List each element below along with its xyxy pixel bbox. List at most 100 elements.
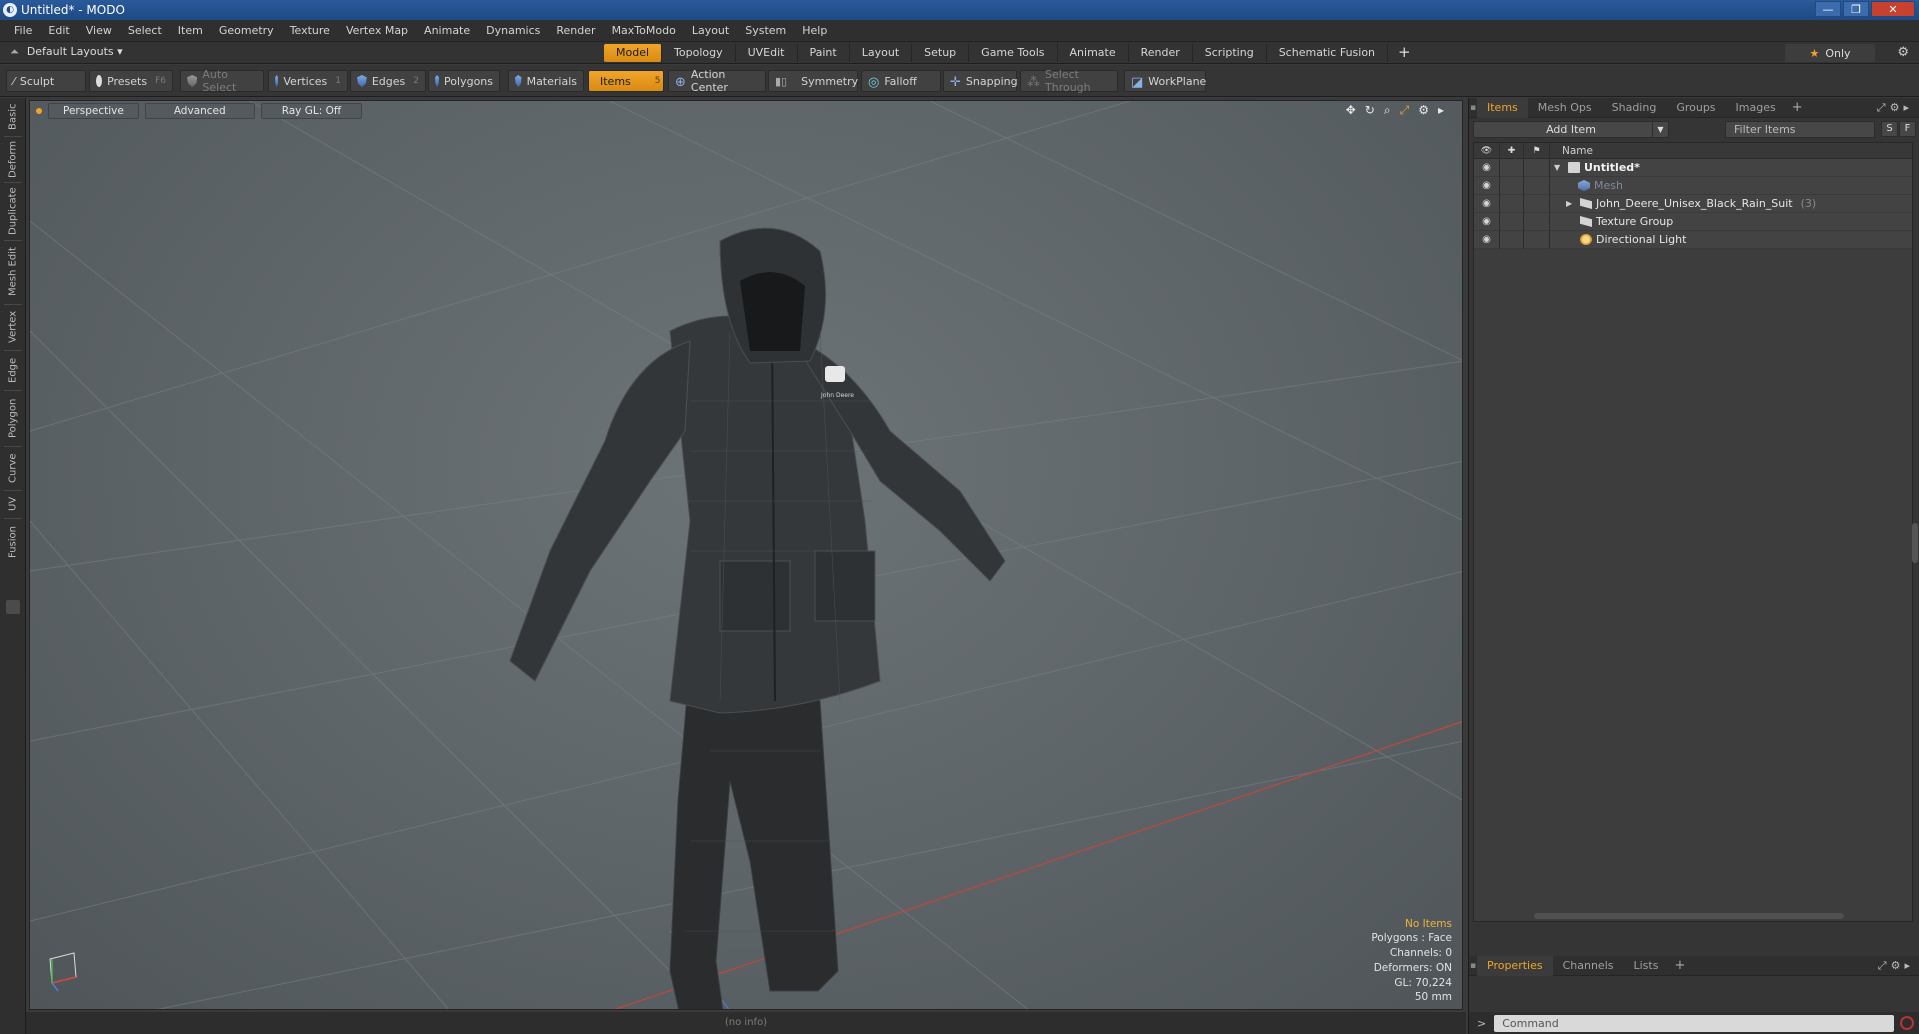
- viewport-settings-icon[interactable]: ⚙: [1418, 103, 1429, 118]
- tree-item-rain-suit[interactable]: ▶ John_Deere_Unisex_Black_Rain_Suit (3): [1566, 197, 1816, 210]
- tab-animate[interactable]: Animate: [1058, 44, 1129, 62]
- chevron-down-icon[interactable]: ▼: [1652, 121, 1668, 137]
- tab-mesh-edit[interactable]: Mesh Edit: [3, 244, 23, 300]
- menu-help[interactable]: Help: [794, 24, 835, 37]
- sculpt-button[interactable]: ⁄ Sculpt: [6, 70, 86, 92]
- menu-select[interactable]: Select: [120, 24, 170, 37]
- tree-item-mesh[interactable]: Mesh: [1578, 179, 1623, 192]
- list-item[interactable]: ◉ ▼ Untitled*: [1474, 158, 1912, 177]
- tab-curve[interactable]: Curve: [3, 450, 23, 486]
- only-button[interactable]: ★ Only: [1785, 44, 1875, 62]
- tab-basic[interactable]: Basic: [3, 102, 23, 132]
- tab-layout[interactable]: Layout: [850, 44, 913, 62]
- falloff-button[interactable]: ◎ Falloff: [861, 70, 941, 92]
- action-center-button[interactable]: ⊕ Action Center: [668, 68, 766, 94]
- gear-icon[interactable]: ⚙: [1897, 45, 1909, 60]
- items-button[interactable]: Items 5: [588, 70, 664, 92]
- menu-view[interactable]: View: [78, 24, 120, 37]
- tab-mesh-ops[interactable]: Mesh Ops: [1528, 98, 1602, 118]
- snapping-button[interactable]: ✛ Snapping: [943, 70, 1018, 92]
- add-item-button[interactable]: Add Item ▼: [1473, 120, 1669, 138]
- raygl-dropdown[interactable]: Ray GL: Off: [260, 103, 363, 119]
- filter-items-input[interactable]: Filter Items: [1725, 120, 1875, 138]
- grip-icon[interactable]: ▪: [1469, 98, 1477, 118]
- polygons-button[interactable]: Polygons: [428, 70, 500, 92]
- list-item[interactable]: ◉ Mesh: [1474, 176, 1912, 195]
- eye-icon[interactable]: ◉: [1474, 158, 1500, 177]
- add-tab-icon[interactable]: +: [1388, 44, 1421, 62]
- list-item[interactable]: ◉ Texture Group: [1474, 212, 1912, 231]
- expand-panel-icon[interactable]: ⤢: [1878, 959, 1891, 972]
- tab-groups[interactable]: Groups: [1666, 98, 1725, 118]
- pan-icon[interactable]: ✥: [1346, 103, 1356, 118]
- expand-panel-icon[interactable]: ⤢: [1877, 101, 1890, 114]
- symmetry-button[interactable]: ▮▯ Symmetry: [768, 70, 858, 92]
- menu-animate[interactable]: Animate: [416, 24, 478, 37]
- maximize-button[interactable]: ❐: [1843, 1, 1869, 17]
- tab-topology[interactable]: Topology: [662, 44, 736, 62]
- panel-gear-icon[interactable]: ⚙: [1891, 959, 1905, 972]
- name-column-header[interactable]: Name: [1550, 145, 1593, 157]
- presets-button[interactable]: Presets F6: [89, 70, 173, 92]
- materials-button[interactable]: Materials: [508, 70, 584, 92]
- eye-icon[interactable]: ◉: [1474, 212, 1500, 231]
- panel-arrow-icon[interactable]: ▸: [1904, 959, 1914, 972]
- rotate-icon[interactable]: ↻: [1365, 103, 1375, 118]
- collapse-triangle-icon[interactable]: ▼: [1554, 163, 1564, 172]
- tab-game-tools[interactable]: Game Tools: [969, 44, 1058, 62]
- tab-scripting[interactable]: Scripting: [1193, 44, 1267, 62]
- menu-edit[interactable]: Edit: [40, 24, 77, 37]
- command-input[interactable]: Command: [1494, 1014, 1895, 1032]
- menu-item[interactable]: Item: [170, 24, 211, 37]
- panel-gear-icon[interactable]: ⚙: [1890, 101, 1904, 114]
- menu-geometry[interactable]: Geometry: [211, 24, 282, 37]
- tab-shading[interactable]: Shading: [1602, 98, 1667, 118]
- menu-vertex-map[interactable]: Vertex Map: [338, 24, 416, 37]
- close-button[interactable]: ✕: [1871, 1, 1915, 17]
- shading-mode-dropdown[interactable]: Advanced: [144, 103, 255, 119]
- render-column-icon[interactable]: ⚑: [1524, 142, 1550, 159]
- record-icon[interactable]: [1900, 1016, 1915, 1030]
- menu-layout[interactable]: Layout: [684, 24, 737, 37]
- tab-model[interactable]: Model: [604, 44, 663, 62]
- tab-uv[interactable]: UV: [3, 494, 23, 514]
- menu-file[interactable]: File: [6, 24, 40, 37]
- lock-column-icon[interactable]: ✚: [1500, 142, 1524, 159]
- menu-system[interactable]: System: [737, 24, 794, 37]
- menu-render[interactable]: Render: [548, 24, 603, 37]
- tab-channels[interactable]: Channels: [1553, 956, 1624, 976]
- expand-triangle-icon[interactable]: ▶: [1566, 199, 1576, 208]
- eye-icon[interactable]: ◉: [1474, 194, 1500, 213]
- eye-icon[interactable]: ◉: [1474, 230, 1500, 249]
- vertices-button[interactable]: Vertices 1: [268, 70, 348, 92]
- view-type-dropdown[interactable]: Perspective: [48, 103, 139, 119]
- edges-button[interactable]: Edges 2: [350, 70, 426, 92]
- workplane-button[interactable]: ◪ WorkPlane: [1124, 70, 1206, 92]
- s-button[interactable]: S: [1881, 121, 1898, 137]
- expand-arrow-icon[interactable]: ▸: [1438, 103, 1444, 118]
- tab-setup[interactable]: Setup: [912, 44, 970, 62]
- palette-toggle[interactable]: [6, 600, 20, 614]
- 3d-viewport[interactable]: John Deere Perspective Advanced Ray GL: …: [29, 100, 1463, 1010]
- tab-properties[interactable]: Properties: [1477, 955, 1553, 976]
- add-panel-tab-icon[interactable]: +: [1668, 958, 1691, 973]
- tab-images[interactable]: Images: [1726, 98, 1786, 118]
- tab-vertex[interactable]: Vertex: [3, 308, 23, 346]
- tab-lists[interactable]: Lists: [1624, 956, 1669, 976]
- add-panel-tab-icon[interactable]: +: [1786, 100, 1809, 115]
- tab-duplicate[interactable]: Duplicate: [3, 186, 23, 236]
- layout-selector[interactable]: ⏶ Default Layouts ▾: [10, 45, 123, 59]
- tree-item-texture-group[interactable]: Texture Group: [1580, 215, 1673, 228]
- auto-select-button[interactable]: Auto Select: [180, 68, 264, 94]
- tab-items[interactable]: Items: [1477, 97, 1528, 118]
- eye-icon[interactable]: ◉: [1474, 176, 1500, 195]
- tab-polygon[interactable]: Polygon: [3, 394, 23, 442]
- tree-item-directional-light[interactable]: Directional Light: [1580, 233, 1686, 246]
- horizontal-scrollbar[interactable]: [1534, 913, 1844, 919]
- panel-arrow-icon[interactable]: ▸: [1903, 101, 1913, 114]
- tab-deform[interactable]: Deform: [3, 140, 23, 178]
- select-through-button[interactable]: ⁂ Select Through: [1020, 68, 1118, 94]
- minimize-button[interactable]: —: [1815, 1, 1841, 17]
- tab-edge[interactable]: Edge: [3, 354, 23, 386]
- tab-render[interactable]: Render: [1129, 44, 1193, 62]
